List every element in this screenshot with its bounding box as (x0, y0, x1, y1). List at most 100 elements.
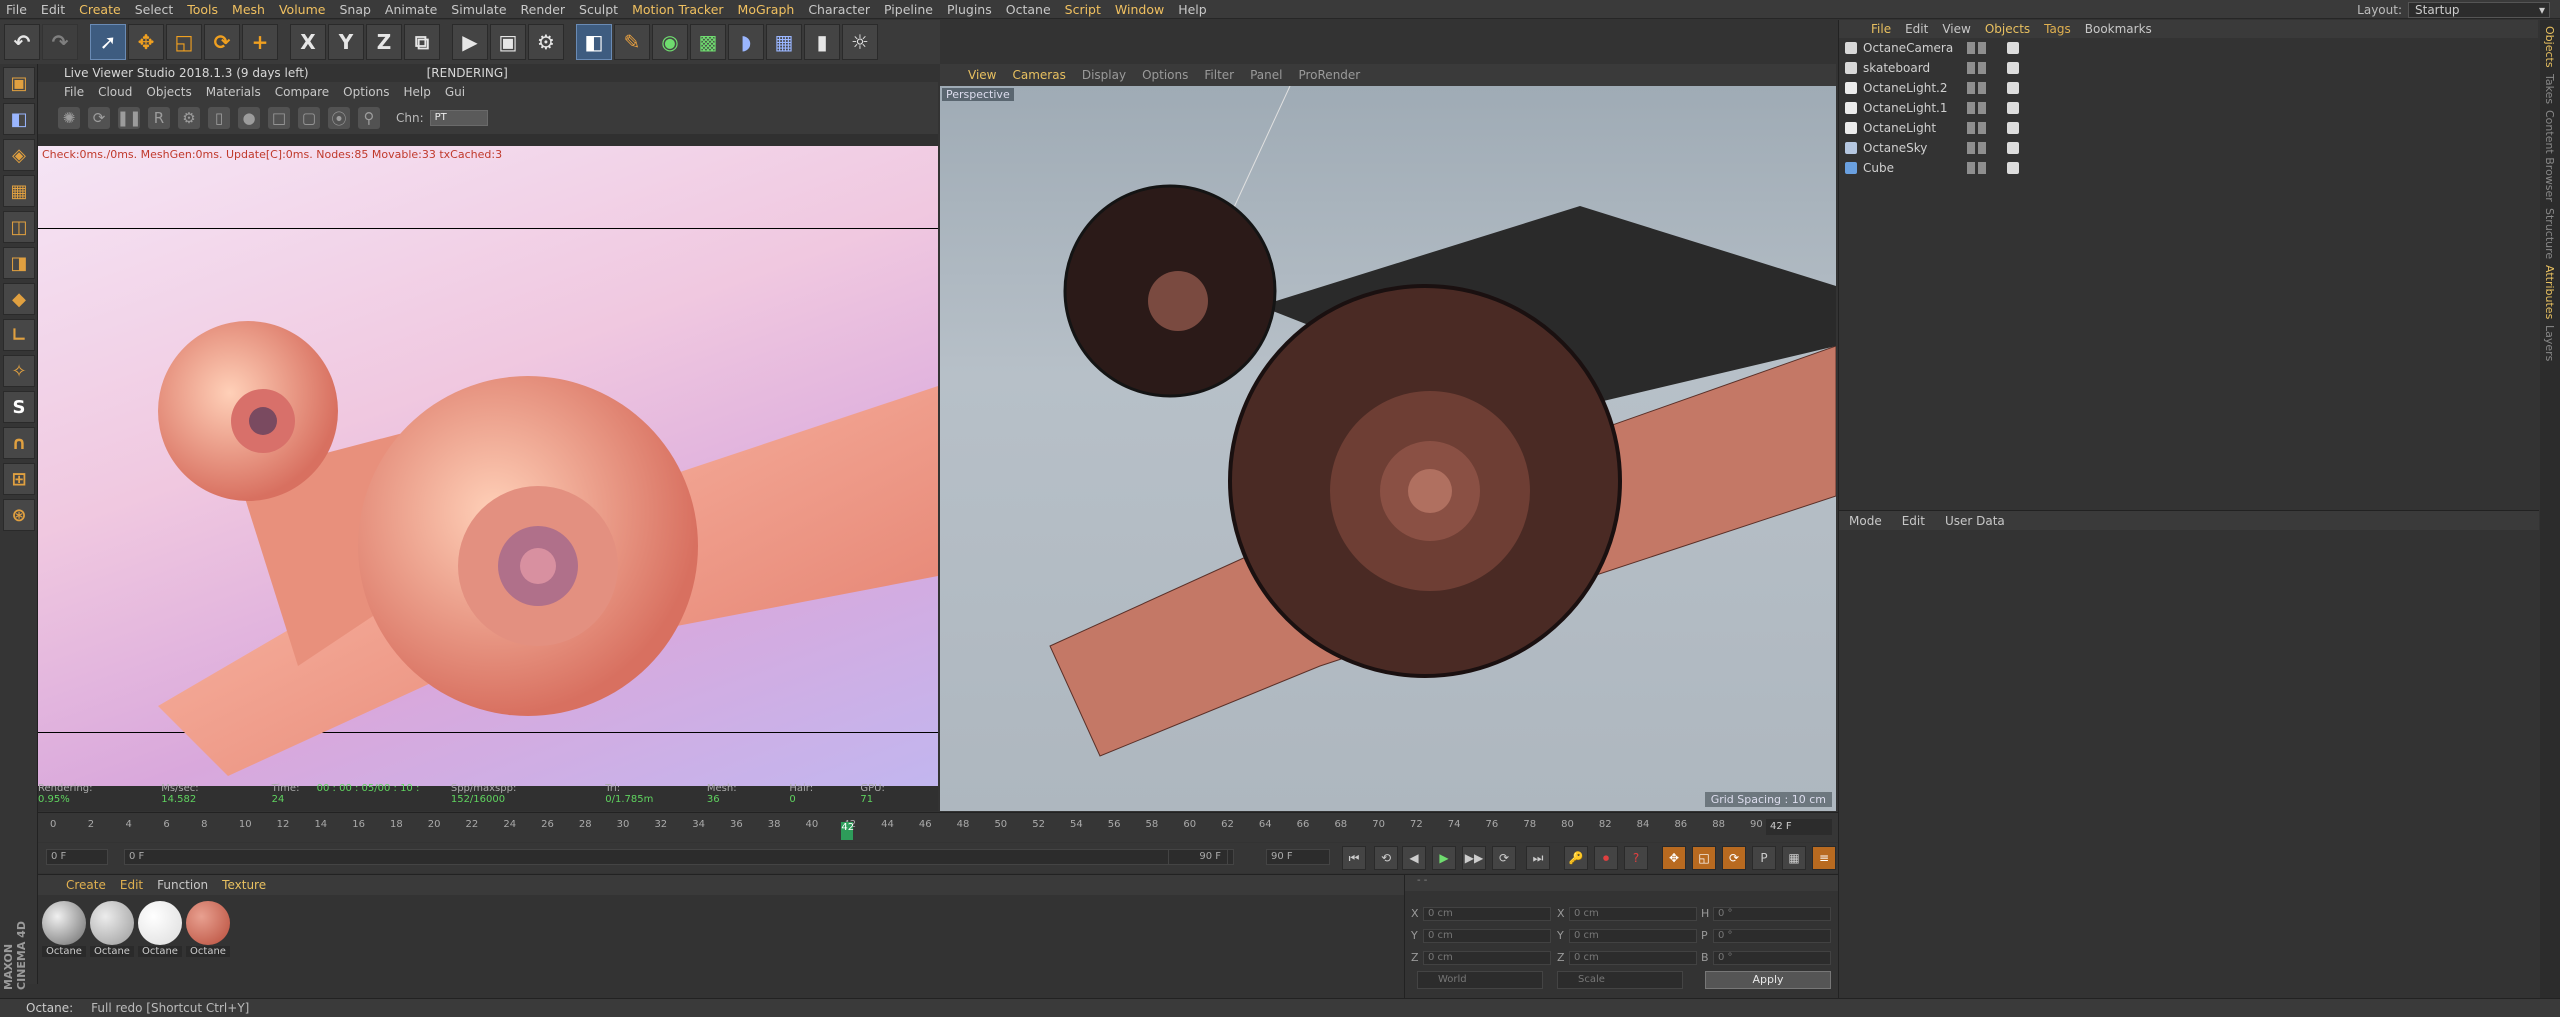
texture-mode-icon[interactable]: ◈ (3, 139, 35, 171)
om-menu-file[interactable]: File (1871, 22, 1891, 36)
make-editable-icon[interactable]: ▣ (3, 67, 35, 99)
scheme-icon[interactable]: ≡ (1812, 846, 1836, 870)
object-name[interactable]: OctaneLight.2 (1863, 81, 1963, 95)
autokey-icon[interactable]: ⏺ (1594, 846, 1618, 870)
lv-menu-materials[interactable]: Materials (206, 85, 261, 99)
material-menu-edit[interactable]: Edit (120, 878, 143, 892)
workplane-icon[interactable]: ▦ (3, 175, 35, 207)
viewport-menu-prorender[interactable]: ProRender (1298, 68, 1360, 82)
viewport-menu-filter[interactable]: Filter (1204, 68, 1234, 82)
lv-menu-cloud[interactable]: Cloud (98, 85, 132, 99)
pos-z-field[interactable]: 0 cm (1423, 951, 1551, 965)
focus-pick-icon[interactable]: ⦿ (328, 107, 350, 129)
render-picture-viewer-icon[interactable]: ▣ (490, 24, 526, 60)
menu-plugins[interactable]: Plugins (947, 2, 992, 17)
lv-menu-file[interactable]: File (64, 85, 84, 99)
timeline[interactable]: 0246810121416182022242628303234363840424… (38, 812, 1838, 842)
previous-key-icon[interactable]: ⟲ (1374, 846, 1398, 870)
material-pick-icon[interactable]: ⚲ (358, 107, 380, 129)
pos-y-field[interactable]: 0 cm (1423, 929, 1551, 943)
region-render-icon[interactable]: R (148, 107, 170, 129)
menu-pipeline[interactable]: Pipeline (884, 2, 933, 17)
material-swatch[interactable]: Octane (138, 901, 182, 957)
side-tab-attributes[interactable]: Attributes (2543, 265, 2556, 319)
lock-icon[interactable]: ▯ (208, 107, 230, 129)
object-row[interactable]: OctaneCamera (1839, 38, 2538, 58)
array-icon[interactable]: ▩ (690, 24, 726, 60)
side-tab-structure[interactable]: Structure (2543, 208, 2556, 259)
play-icon[interactable]: ▶ (1432, 846, 1456, 870)
coordinate-system-icon[interactable]: ⧉ (404, 24, 440, 60)
b-field[interactable]: 0 ° (1713, 951, 1831, 965)
tags-icons[interactable] (2007, 122, 2022, 134)
tags-icons[interactable] (2007, 62, 2022, 74)
render-settings-icon[interactable]: ⚙ (528, 24, 564, 60)
menu-window[interactable]: Window (1115, 2, 1164, 17)
menu-script[interactable]: Script (1065, 2, 1101, 17)
light-icon[interactable]: ☼ (842, 24, 878, 60)
object-name[interactable]: OctaneSky (1863, 141, 1963, 155)
sphere-icon[interactable]: ● (238, 107, 260, 129)
scale-tool-icon[interactable]: ◱ (166, 24, 202, 60)
object-row[interactable]: OctaneLight (1839, 118, 2538, 138)
next-key-icon[interactable]: ⟳ (1492, 846, 1516, 870)
menu-motion-tracker[interactable]: Motion Tracker (632, 2, 723, 17)
viewport-menu-display[interactable]: Display (1082, 68, 1126, 82)
menu-edit[interactable]: Edit (41, 2, 65, 17)
menu-sculpt[interactable]: Sculpt (579, 2, 618, 17)
viewport-menu-options[interactable]: Options (1142, 68, 1188, 82)
tags-icons[interactable] (2007, 102, 2022, 114)
pen-icon[interactable]: ✎ (614, 24, 650, 60)
menu-select[interactable]: Select (135, 2, 174, 17)
tags-icons[interactable] (2007, 142, 2022, 154)
material-menu-function[interactable]: Function (157, 878, 208, 892)
settings-icon[interactable]: ✺ (58, 107, 80, 129)
om-menu-view[interactable]: View (1942, 22, 1970, 36)
floor-icon[interactable]: ▦ (766, 24, 802, 60)
menu-character[interactable]: Character (808, 2, 870, 17)
am-menu-edit[interactable]: Edit (1902, 514, 1925, 528)
restart-icon[interactable]: ⟳ (88, 107, 110, 129)
end-frame-input[interactable]: 90 F (1266, 849, 1330, 865)
p-field[interactable]: 0 ° (1713, 929, 1831, 943)
layout-selector[interactable]: Layout: Startup (2357, 0, 2550, 19)
om-menu-tags[interactable]: Tags (2044, 22, 2071, 36)
tags-icons[interactable] (2007, 42, 2022, 54)
scale-dropdown[interactable]: Scale (1557, 971, 1683, 989)
menu-snap[interactable]: Snap (339, 2, 370, 17)
pos-x-field[interactable]: 0 cm (1423, 907, 1551, 921)
apply-button[interactable]: Apply (1705, 971, 1831, 989)
pause-icon[interactable]: ❚❚ (116, 107, 142, 129)
object-name[interactable]: skateboard (1863, 61, 1963, 75)
tweak-mode-icon[interactable]: ✧ (3, 355, 35, 387)
start-frame-input[interactable]: 0 F (46, 849, 108, 865)
snap-icon[interactable]: S (3, 391, 35, 423)
z-axis-button[interactable]: Z (366, 24, 402, 60)
record-key-icon[interactable]: 🔑 (1564, 846, 1588, 870)
menu-simulate[interactable]: Simulate (451, 2, 506, 17)
timeline-ruler[interactable]: 0246810121416182022242628303234363840424… (50, 819, 1790, 840)
scale-key-icon[interactable]: ◱ (1692, 846, 1716, 870)
menu-create[interactable]: Create (79, 2, 121, 17)
material-swatch[interactable]: Octane (42, 901, 86, 957)
object-row[interactable]: OctaneLight.1 (1839, 98, 2538, 118)
object-row[interactable]: OctaneSky (1839, 138, 2538, 158)
rotation-key-icon[interactable]: ⟳ (1722, 846, 1746, 870)
object-row[interactable]: skateboard (1839, 58, 2538, 78)
points-mode-icon[interactable]: ◫ (3, 211, 35, 243)
polygons-mode-icon[interactable]: ◆ (3, 283, 35, 315)
visibility-toggles[interactable] (1967, 122, 1989, 134)
lv-menu-gui[interactable]: Gui (445, 85, 465, 99)
sculpt-icon[interactable]: ⊛ (3, 499, 35, 531)
material-swatch[interactable]: Octane (90, 901, 134, 957)
rotate-tool-icon[interactable]: ⟳ (204, 24, 240, 60)
material-swatch[interactable]: Octane (186, 901, 230, 957)
tags-icons[interactable] (2007, 82, 2022, 94)
visibility-toggles[interactable] (1967, 142, 1989, 154)
clay-icon[interactable]: □ (268, 107, 290, 129)
om-menu-objects[interactable]: Objects (1985, 22, 2030, 36)
menu-octane[interactable]: Octane (1006, 2, 1051, 17)
undo-icon[interactable]: ↶ (4, 24, 40, 60)
add-tool-icon[interactable]: + (242, 24, 278, 60)
side-tab-layers[interactable]: Layers (2543, 325, 2556, 361)
